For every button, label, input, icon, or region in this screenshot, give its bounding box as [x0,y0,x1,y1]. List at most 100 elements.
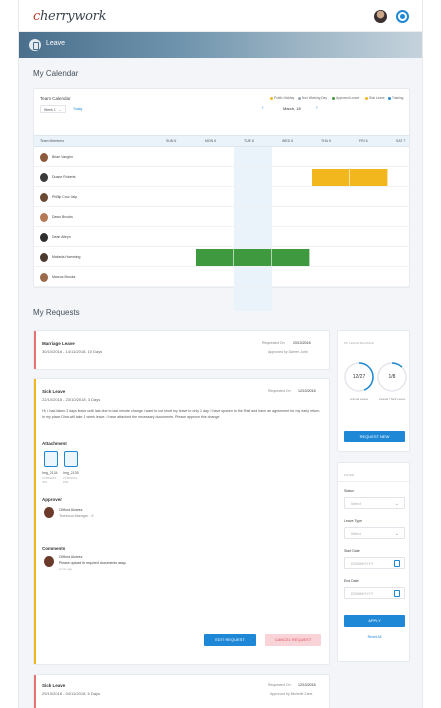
legend-dot-non-working [298,97,301,100]
member-name: Phillip Cruz Jalp [52,195,78,199]
leave-type-placeholder: Select [351,532,361,536]
member-name: Dawn Brooks [52,215,73,219]
request-dates: 29/10/2018 - 04/11/2018, 5 Days [42,691,100,696]
avatar [40,153,48,162]
leave-type-select[interactable]: Select ⌄ [344,527,405,539]
request-type: Marriage Leave [42,341,75,346]
team-calendar-title: Team Calendar [40,96,71,101]
edit-request-button[interactable]: EDIT REQUEST [204,634,256,646]
user-avatar[interactable] [374,10,387,23]
filter-title: FILTER [344,473,355,477]
annual-leave-label: Annual Leave [349,397,369,401]
reset-all-link[interactable]: Reset All [344,635,405,639]
calendar-legend: Public Holiday Non Working Day Approved … [270,96,410,102]
comments-title: Comments [42,546,66,551]
attachment-title: Attachment [42,441,67,446]
notification-icon[interactable] [396,10,409,23]
prev-week-button[interactable]: ‹ [262,105,264,111]
legend-public-holiday: Public Holiday [274,96,295,100]
approver-title: Approver [42,497,63,502]
legend-dot-approved [332,97,335,100]
attachment-meta: 27/05/2019 · PDF [63,476,79,484]
attachment-name[interactable]: Img_2135 [63,471,79,475]
status-accent [34,379,36,664]
calendar-member-row[interactable]: Brian Vaughn [34,147,409,167]
chevron-down-icon: ⌄ [58,107,62,112]
calendar-member-row[interactable]: Dean Alleyn [34,227,409,247]
status-accent [34,675,36,708]
request-new-button[interactable]: REQUEST NEW [344,431,405,442]
request-card[interactable]: Sick Leave 29/10/2018 - 04/11/2018, 5 Da… [33,674,330,708]
avatar [40,193,48,202]
member-name: Makeda Hamming [52,255,81,259]
casual-leave-label: Casual / Sick Leave [378,397,406,401]
calendar-section-title: My Calendar [33,69,79,78]
requested-date: 20/10/2018 [293,341,311,345]
filter-card: FILTER Status Select ⌄ Leave Type Select… [337,462,411,662]
avatar [44,507,54,518]
day-label: SAT 7 [396,138,406,143]
leave-type-label: Leave Type [344,519,363,523]
member-name: Marcus Brooks [52,275,76,279]
day-label: WED 6 [282,138,294,143]
avatar [40,173,48,182]
request-card[interactable]: Marriage Leave 30/10/2018 - 14/11/2018, … [33,330,330,370]
comment-author: Clifford Alvarez [59,555,83,559]
divider [338,481,411,482]
legend-dot-public-holiday [270,97,273,100]
request-dates: 22/10/2018 - 23/10/2018, 3 Days [42,397,101,402]
day-label: MON 6 [205,138,217,143]
leave-bar-approved[interactable] [234,249,272,266]
status-select[interactable]: Select ⌄ [344,497,405,509]
logo-accent: c [33,9,40,24]
day-label: TUE 6 [244,138,254,143]
chevron-down-icon: ⌄ [394,531,399,537]
app-frame: cherrywork Leave My Calendar Team Calend… [18,0,423,708]
casual-leave-value: 1/8 [388,374,396,380]
leave-bar-sick[interactable] [312,169,350,186]
calendar-member-row[interactable]: Dawn Brooks [34,207,409,227]
requested-label: Requested On [268,389,291,393]
week-select[interactable]: Week 1 ⌄ [40,105,66,113]
member-name: Duane Roberts [52,175,76,179]
app-logo[interactable]: cherrywork [33,9,106,24]
legend-approved: Approved Leave [336,96,360,100]
legend-non-working: Non Working Day [302,96,327,100]
request-card-expanded[interactable]: Sick Leave 22/10/2018 - 23/10/2018, 3 Da… [33,378,330,665]
leave-bar-approved[interactable] [196,249,234,266]
status-placeholder: Select [351,502,361,506]
pdf-file-icon[interactable] [64,451,78,467]
day-label: SUN 6 [166,138,177,143]
cancel-request-button[interactable]: CANCEL REQUEST [265,634,321,646]
requested-date: 12/10/2018 [298,389,316,393]
today-link[interactable]: Today [73,107,82,111]
comment-time: 2 min ago [59,567,73,571]
avatar [44,556,54,567]
calendar-member-row[interactable]: Marcus Brooks [34,267,409,287]
approver-name: Clifford Alvarez [59,508,83,512]
month-label: March, 18 [283,106,301,111]
apply-button[interactable]: APPLY [344,615,405,627]
leave-bar-approved[interactable] [272,249,310,266]
status-label: Status [344,489,354,493]
approver-role: Technical Manager - II [59,514,94,518]
leave-bar-sick[interactable] [350,169,388,186]
calendar-header-row [34,135,409,147]
leave-balance-title: MY LEAVE BALANCE [344,341,374,345]
end-date-input[interactable]: DD/MM/YYYY [344,587,405,599]
attachment-name[interactable]: Img_2134 [42,471,58,475]
next-week-button[interactable]: › [316,105,318,111]
leave-balance-card: MY LEAVE BALANCE 12/27 Annual Leave 1/8 … [337,330,410,452]
top-bar: cherrywork [19,0,422,32]
comment-text: Please upload th required documents asap… [59,561,127,565]
leave-icon[interactable] [29,39,41,51]
start-date-input[interactable]: DD/MM/YYYY [344,557,405,569]
attachment-meta: 27/05/2019 · JPG [42,476,58,484]
calendar-member-row[interactable]: Phillip Cruz Jalp [34,187,409,207]
approved-by: Approved by Darren John [268,350,308,354]
calendar-icon[interactable] [394,560,400,567]
image-file-icon[interactable] [44,451,58,467]
avatar [40,273,48,282]
end-date-label: End Date [344,579,359,583]
calendar-icon[interactable] [394,590,400,597]
